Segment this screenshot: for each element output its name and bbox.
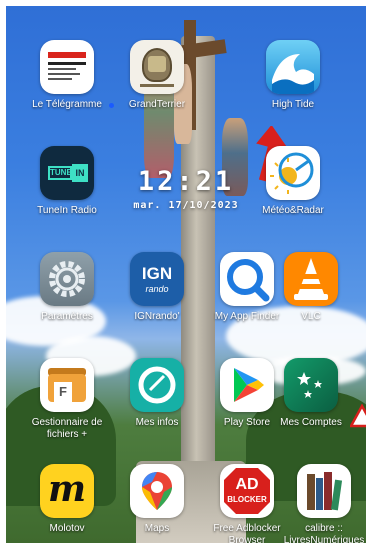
app-tunein-radio[interactable]: TUNE IN TuneIn Radio: [21, 146, 113, 217]
rando-logo-text: rando: [145, 284, 169, 294]
app-label: GrandTerrier: [128, 99, 186, 110]
map-pin-icon: [130, 464, 184, 518]
app-grandterrier[interactable]: GrandTerrier: [109, 40, 203, 111]
grandterrier-logo-icon: [130, 40, 184, 94]
app-free-adblocker[interactable]: AD BLOCKER Free Adblocker Browser: [201, 464, 293, 543]
app-label: VLC: [301, 311, 321, 322]
app-le-telegramme[interactable]: Le Télégramme: [21, 40, 113, 111]
app-ignrando[interactable]: IGN rando IGNrando': [111, 252, 203, 323]
app-label: Météo&Radar: [262, 205, 324, 216]
warning-sign-icon: [350, 404, 366, 428]
app-label: Maps: [144, 523, 170, 534]
newspaper-icon: [40, 40, 94, 94]
app-molotov[interactable]: m Molotov: [21, 464, 113, 535]
books-icon: [297, 464, 351, 518]
gear-icon: [40, 252, 94, 306]
app-calibre[interactable]: calibre :: LivresNumériques: [282, 464, 366, 543]
traffic-cone-icon: [284, 252, 338, 306]
app-parametres[interactable]: Paramètres: [21, 252, 113, 323]
app-gestionnaire-fichiers[interactable]: F Gestionnaire de fichiers +: [21, 358, 113, 441]
play-triangle-icon: [220, 358, 274, 412]
molotov-m-icon: m: [40, 464, 94, 518]
app-label: IGNrando': [134, 311, 180, 322]
blocker-logo-text: BLOCKER: [227, 495, 267, 504]
app-meteo-radar[interactable]: Météo&Radar: [247, 146, 339, 217]
bnp-stars-icon: [284, 358, 338, 412]
new-app-dot: [109, 103, 114, 108]
app-mes-infos[interactable]: Mes infos: [111, 358, 203, 429]
app-label: Le Télégramme: [32, 99, 102, 110]
magnifier-icon: [220, 252, 274, 306]
ign-logo-text: IGN: [141, 264, 173, 283]
app-label: Mes infos: [135, 417, 179, 428]
tunein-icon: TUNE IN: [40, 146, 94, 200]
app-label: Mes Comptes: [280, 417, 342, 428]
app-mes-comptes[interactable]: Mes Comptes: [276, 358, 346, 429]
folder-icon: F: [40, 358, 94, 412]
app-label: Gestionnaire de fichiers +: [31, 417, 103, 440]
app-label: TuneIn Radio: [37, 205, 97, 216]
app-label: Molotov: [49, 523, 85, 534]
app-high-tide[interactable]: High Tide: [247, 40, 339, 111]
app-vlc[interactable]: VLC: [276, 252, 346, 323]
mes-infos-icon: [130, 358, 184, 412]
molotov-logo-text: m: [47, 468, 87, 510]
app-label: calibre :: LivresNumériques: [283, 523, 365, 543]
app-label: High Tide: [271, 99, 315, 110]
app-label: Paramètres: [41, 311, 93, 322]
sun-radar-icon: [266, 146, 320, 200]
ign-icon: IGN rando: [130, 252, 184, 306]
home-screen: 12:21 mar. 17/10/2023 Le Télégramme Gran…: [6, 6, 366, 543]
ad-blocker-icon: AD BLOCKER: [220, 464, 274, 518]
ad-logo-text: AD: [235, 476, 259, 493]
app-label: Free Adblocker Browser: [213, 523, 281, 543]
wave-icon: [266, 40, 320, 94]
app-maps[interactable]: Maps: [111, 464, 203, 535]
